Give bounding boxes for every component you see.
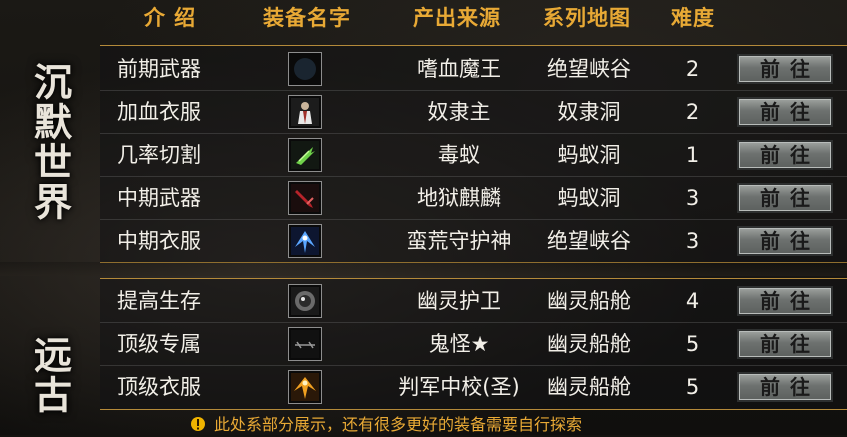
row-map: 蚂蚁洞 xyxy=(557,186,621,210)
red-blade-icon[interactable] xyxy=(288,181,322,215)
go-button[interactable]: 前往 xyxy=(737,140,833,170)
row-source: 判军中校(圣) xyxy=(398,375,520,399)
header-difficulty: 难度 xyxy=(671,6,715,30)
go-button[interactable]: 前往 xyxy=(737,183,833,213)
blue-winged-armor-icon[interactable] xyxy=(288,224,322,258)
row-intro: 中期武器 xyxy=(117,186,201,210)
green-claw-icon[interactable] xyxy=(288,138,322,172)
row-intro: 顶级专属 xyxy=(117,332,201,356)
table-row: 顶级衣服 判军中校(圣) 幽灵船舱 5 前往 xyxy=(100,366,847,408)
row-difficulty: 2 xyxy=(685,57,700,81)
row-intro: 提高生存 xyxy=(117,289,201,313)
section-title-ancient: 远古 xyxy=(0,335,100,415)
go-button[interactable]: 前往 xyxy=(737,54,833,84)
row-map: 绝望峡谷 xyxy=(547,229,631,253)
row-difficulty: 3 xyxy=(685,186,700,210)
row-source: 幽灵护卫 xyxy=(417,289,501,313)
row-intro: 中期衣服 xyxy=(117,229,201,253)
row-source: 毒蚁 xyxy=(438,143,480,167)
row-map: 幽灵船舱 xyxy=(547,289,631,313)
header-intro: 介 绍 xyxy=(143,6,197,30)
orb-guardian-icon[interactable] xyxy=(288,284,322,318)
row-source: 嗜血魔王 xyxy=(417,57,501,81)
row-source: 鬼怪★ xyxy=(428,332,490,356)
golden-winged-armor-icon[interactable] xyxy=(288,370,322,404)
table-row: 中期衣服 蛮荒守护神 绝望峡谷 3 前往 xyxy=(100,220,847,262)
row-source: 地狱麒麟 xyxy=(417,186,501,210)
footer-text: 此处系部分展示，还有很多更好的装备需要自行探索 xyxy=(214,415,583,434)
row-difficulty: 3 xyxy=(685,229,700,253)
row-intro: 顶级衣服 xyxy=(117,375,201,399)
table-row: 几率切割 毒蚁 蚂蚁洞 1 前往 xyxy=(100,134,847,177)
row-map: 幽灵船舱 xyxy=(547,332,631,356)
table-row: 加血衣服 奴隶主 奴隶洞 2 前往 xyxy=(100,91,847,134)
row-intro: 前期武器 xyxy=(117,57,201,81)
go-button[interactable]: 前往 xyxy=(737,226,833,256)
row-intro: 几率切割 xyxy=(117,143,201,167)
go-button[interactable]: 前往 xyxy=(737,329,833,359)
crescent-blade-icon[interactable] xyxy=(288,52,322,86)
go-button[interactable]: 前往 xyxy=(737,286,833,316)
row-map: 蚂蚁洞 xyxy=(557,143,621,167)
row-difficulty: 4 xyxy=(685,289,700,313)
table-row: 提高生存 幽灵护卫 幽灵船舱 4 前往 xyxy=(100,280,847,323)
section-title-char: 远古 xyxy=(27,335,73,415)
dark-weapon-icon[interactable] xyxy=(288,327,322,361)
section-panel-silent-world: 前期武器 嗜血魔王 绝望峡谷 2 前往 加血衣服 奴隶主 奴隶洞 2 前往 几率… xyxy=(100,45,847,263)
row-map: 绝望峡谷 xyxy=(547,57,631,81)
row-difficulty: 2 xyxy=(685,100,700,124)
row-intro: 加血衣服 xyxy=(117,100,201,124)
section-divider xyxy=(0,262,847,276)
row-difficulty: 5 xyxy=(685,332,700,356)
header-item-name: 装备名字 xyxy=(263,6,351,30)
table-row: 前期武器 嗜血魔王 绝望峡谷 2 前往 xyxy=(100,48,847,91)
warning-icon xyxy=(190,416,206,432)
table-header: 介 绍 装备名字 产出来源 系列地图 难度 xyxy=(0,0,847,38)
go-button[interactable]: 前往 xyxy=(737,97,833,127)
section-panel-ancient: 提高生存 幽灵护卫 幽灵船舱 4 前往 顶级专属 鬼怪★ 幽灵船舱 5 前往 顶… xyxy=(100,278,847,410)
header-source: 产出来源 xyxy=(413,6,501,30)
armored-figure-icon[interactable] xyxy=(288,95,322,129)
row-map: 奴隶洞 xyxy=(557,100,621,124)
go-button[interactable]: 前往 xyxy=(737,372,833,402)
row-source: 蛮荒守护神 xyxy=(406,229,512,253)
footer-note: 此处系部分展示，还有很多更好的装备需要自行探索 xyxy=(190,414,582,435)
table-row: 顶级专属 鬼怪★ 幽灵船舱 5 前往 xyxy=(100,323,847,366)
section-title-char: 沉默世界 xyxy=(27,62,73,222)
header-series-map: 系列地图 xyxy=(543,6,631,30)
table-row: 中期武器 地狱麒麟 蚂蚁洞 3 前往 xyxy=(100,177,847,220)
row-difficulty: 1 xyxy=(685,143,700,167)
row-map: 幽灵船舱 xyxy=(547,375,631,399)
section-title-silent-world: 沉默世界 xyxy=(0,62,100,222)
row-difficulty: 5 xyxy=(685,375,700,399)
row-source: 奴隶主 xyxy=(427,100,491,124)
